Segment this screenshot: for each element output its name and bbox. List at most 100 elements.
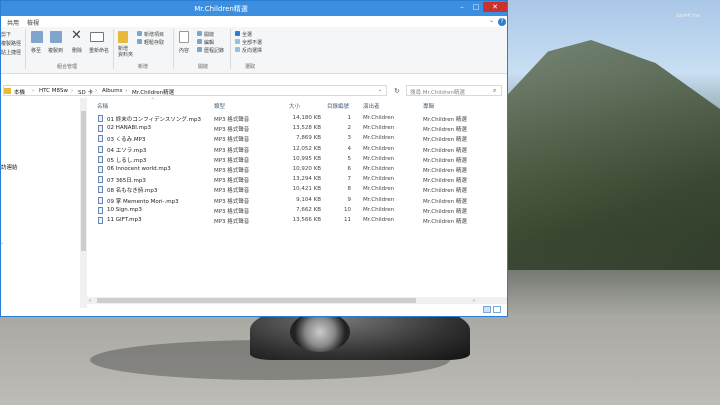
file-list: 名稱 ^ 類型 大小 目錄編號 演出者 專輯 01 終末のコンフィデンスソング.…: [93, 97, 507, 294]
group-organize-label: 組合管理: [57, 64, 78, 70]
breadcrumb-current-folder[interactable]: Mr.Children精選: [132, 88, 174, 96]
nav-expand-icon[interactable]: ›: [1, 241, 3, 247]
refresh-icon[interactable]: ↻: [394, 87, 400, 95]
cell-size: 10,995 KB: [292, 155, 321, 162]
cell-album: Mr.Children 精選: [423, 208, 467, 215]
select-none-button[interactable]: 全部不選: [242, 39, 262, 46]
scroll-left-arrow-icon[interactable]: ‹: [89, 298, 91, 304]
cell-type: MP3 格式聲音: [214, 168, 250, 174]
large-icons-view-icon[interactable]: [493, 306, 501, 313]
help-icon[interactable]: ?: [498, 18, 506, 26]
tab-view[interactable]: 檢視: [27, 18, 39, 27]
column-header-size[interactable]: 大小: [289, 102, 300, 110]
breadcrumb-albums[interactable]: Albums: [102, 88, 123, 94]
search-input[interactable]: 搜尋 Mr.Children精選 ⌕: [406, 85, 502, 96]
ribbon-tabs: 共用 檢視: [1, 16, 507, 27]
column-header-name[interactable]: 名稱: [97, 102, 108, 110]
address-input[interactable]: 本機 › HTC M8Sw › SD 卡 › Albums › Mr.Child…: [3, 85, 387, 96]
maximize-button[interactable]: □: [469, 2, 483, 12]
cell-type: MP3 格式聲音: [214, 198, 250, 205]
easy-access-button[interactable]: 輕鬆存取: [144, 39, 164, 46]
cell-track: 7: [347, 176, 352, 183]
minimize-button[interactable]: –: [455, 2, 469, 12]
cell-artist: Mr.Children: [363, 217, 395, 223]
nav-item-recent-links[interactable]: 訪連結: [1, 163, 18, 171]
address-dropdown-icon[interactable]: ⌄: [378, 87, 382, 93]
new-folder-button[interactable]: 新增 資料夾: [118, 46, 133, 58]
new-item-button[interactable]: 新增項目: [144, 31, 164, 38]
folder-icon: [4, 88, 11, 94]
column-header-track[interactable]: 目錄編號: [327, 102, 349, 110]
audio-file-icon: [98, 186, 103, 194]
table-row[interactable]: 05 しるし.mp3 MP3 格式聲音 10,995 KB 5 Mr.Children M…: [93, 155, 507, 165]
close-button[interactable]: ✕: [483, 2, 507, 12]
cell-track: 2: [347, 125, 352, 132]
copy-to-button[interactable]: 複製到: [48, 47, 63, 54]
ribbon-expand-icon[interactable]: ⌄: [489, 17, 494, 24]
title-bar[interactable]: Mr.Children精選 – □ ✕: [1, 1, 507, 16]
audio-file-icon: [98, 145, 103, 153]
cell-artist: Mr.Children: [363, 145, 395, 152]
properties-button[interactable]: 內容: [179, 47, 189, 54]
rename-icon: [90, 32, 104, 42]
cell-size: 12,052 KB: [292, 145, 321, 152]
wallpaper-mountain: [505, 40, 720, 270]
table-row[interactable]: 11 GIFT.mp3 MP3 格式聲音 13,566 KB 11 Mr.Childre…: [93, 216, 507, 226]
cell-size: 10,920 KB: [292, 166, 321, 172]
history-button[interactable]: 歷程記錄: [204, 47, 224, 54]
table-row[interactable]: 04 エソラ.mp3 MP3 格式聲音 12,052 KB 4 Mr.Children M…: [93, 145, 507, 155]
wallpaper-car-wheel: [290, 312, 350, 352]
column-header-album[interactable]: 專輯: [423, 102, 434, 110]
breadcrumb-this-pc[interactable]: 本機: [14, 88, 25, 96]
table-row[interactable]: 09 掌 Memento Mori-.mp3 MP3 格式聲音 9,104 KB 9 M…: [93, 196, 507, 206]
cell-type: MP3 格式聲音: [214, 188, 250, 195]
cell-size: 10,421 KB: [292, 186, 321, 193]
breadcrumb-sd-card[interactable]: SD 卡: [78, 88, 93, 96]
table-row[interactable]: 03 くるみ.MP3 MP3 格式聲音 7,869 KB 3 Mr.Children Mr…: [93, 134, 507, 144]
ribbon-separator: [173, 29, 174, 69]
breadcrumb-separator-icon: ›: [32, 88, 35, 94]
ribbon-separator: [113, 29, 114, 69]
cell-album: Mr.Children 精選: [423, 188, 467, 195]
address-bar: 本機 › HTC M8Sw › SD 卡 › Albums › Mr.Child…: [1, 85, 507, 97]
ribbon-paste-shortcut-label[interactable]: 貼上捷徑: [1, 49, 21, 56]
cell-type: MP3 格式聲音: [214, 208, 250, 215]
open-button[interactable]: 開啟: [204, 31, 214, 38]
edit-button[interactable]: 編輯: [204, 39, 214, 46]
ribbon-copy-path-label[interactable]: 複製路徑: [1, 40, 21, 47]
table-row[interactable]: 08 名もなき詩.mp3 MP3 格式聲音 10,421 KB 8 Mr.Childre…: [93, 185, 507, 195]
rename-button[interactable]: 重新命名: [89, 47, 109, 54]
delete-button[interactable]: 刪除: [72, 47, 82, 54]
scroll-right-arrow-icon[interactable]: ›: [473, 298, 475, 304]
search-icon[interactable]: ⌕: [493, 87, 496, 95]
search-placeholder: 搜尋 Mr.Children精選: [410, 90, 465, 96]
tab-share[interactable]: 共用: [7, 18, 19, 27]
move-to-button[interactable]: 移至: [31, 47, 41, 54]
select-all-button[interactable]: 全選: [242, 31, 252, 38]
table-row[interactable]: 07 365日.mp3 MP3 格式聲音 13,294 KB 7 Mr.Children…: [93, 175, 507, 185]
cell-artist: Mr.Children: [363, 206, 395, 213]
cell-name: 10 Sign.mp3: [107, 206, 142, 213]
nav-scrollbar-thumb[interactable]: [81, 111, 86, 251]
column-header-artist[interactable]: 演出者: [363, 102, 380, 110]
cell-artist: Mr.Children: [363, 135, 395, 142]
copy-to-icon: [50, 31, 62, 43]
table-row[interactable]: 02 HANABI.mp3 MP3 格式聲音 13,528 KB 2 Mr.Childr…: [93, 124, 507, 134]
cell-type: MP3 格式聲音: [214, 117, 250, 123]
ribbon-cut-label[interactable]: 剪下: [1, 31, 11, 38]
ribbon-separator: [230, 29, 231, 69]
table-row[interactable]: 01 終末のコンフィデンスソング.mp3 MP3 格式聲音 14,180 KB 1 Mr…: [93, 114, 507, 124]
cell-album: Mr.Children 精選: [423, 147, 467, 154]
invert-selection-button[interactable]: 反向選擇: [242, 47, 262, 54]
table-row[interactable]: 06 Innocent world.mp3 MP3 格式聲音 10,920 KB 6 M…: [93, 165, 507, 175]
horizontal-scrollbar-thumb[interactable]: [97, 298, 416, 303]
breadcrumb-device[interactable]: HTC M8Sw: [39, 88, 68, 94]
group-select-label: 選取: [245, 64, 256, 70]
details-view-icon[interactable]: [483, 306, 491, 313]
column-header-type[interactable]: 類型: [214, 102, 225, 110]
table-row[interactable]: 10 Sign.mp3 MP3 格式聲音 7,662 KB 10 Mr.Children…: [93, 206, 507, 216]
invert-selection-icon: [235, 47, 240, 52]
properties-icon: [179, 31, 189, 43]
cell-size: 14,180 KB: [292, 115, 321, 121]
cell-type: MP3 格式聲音: [214, 219, 250, 225]
